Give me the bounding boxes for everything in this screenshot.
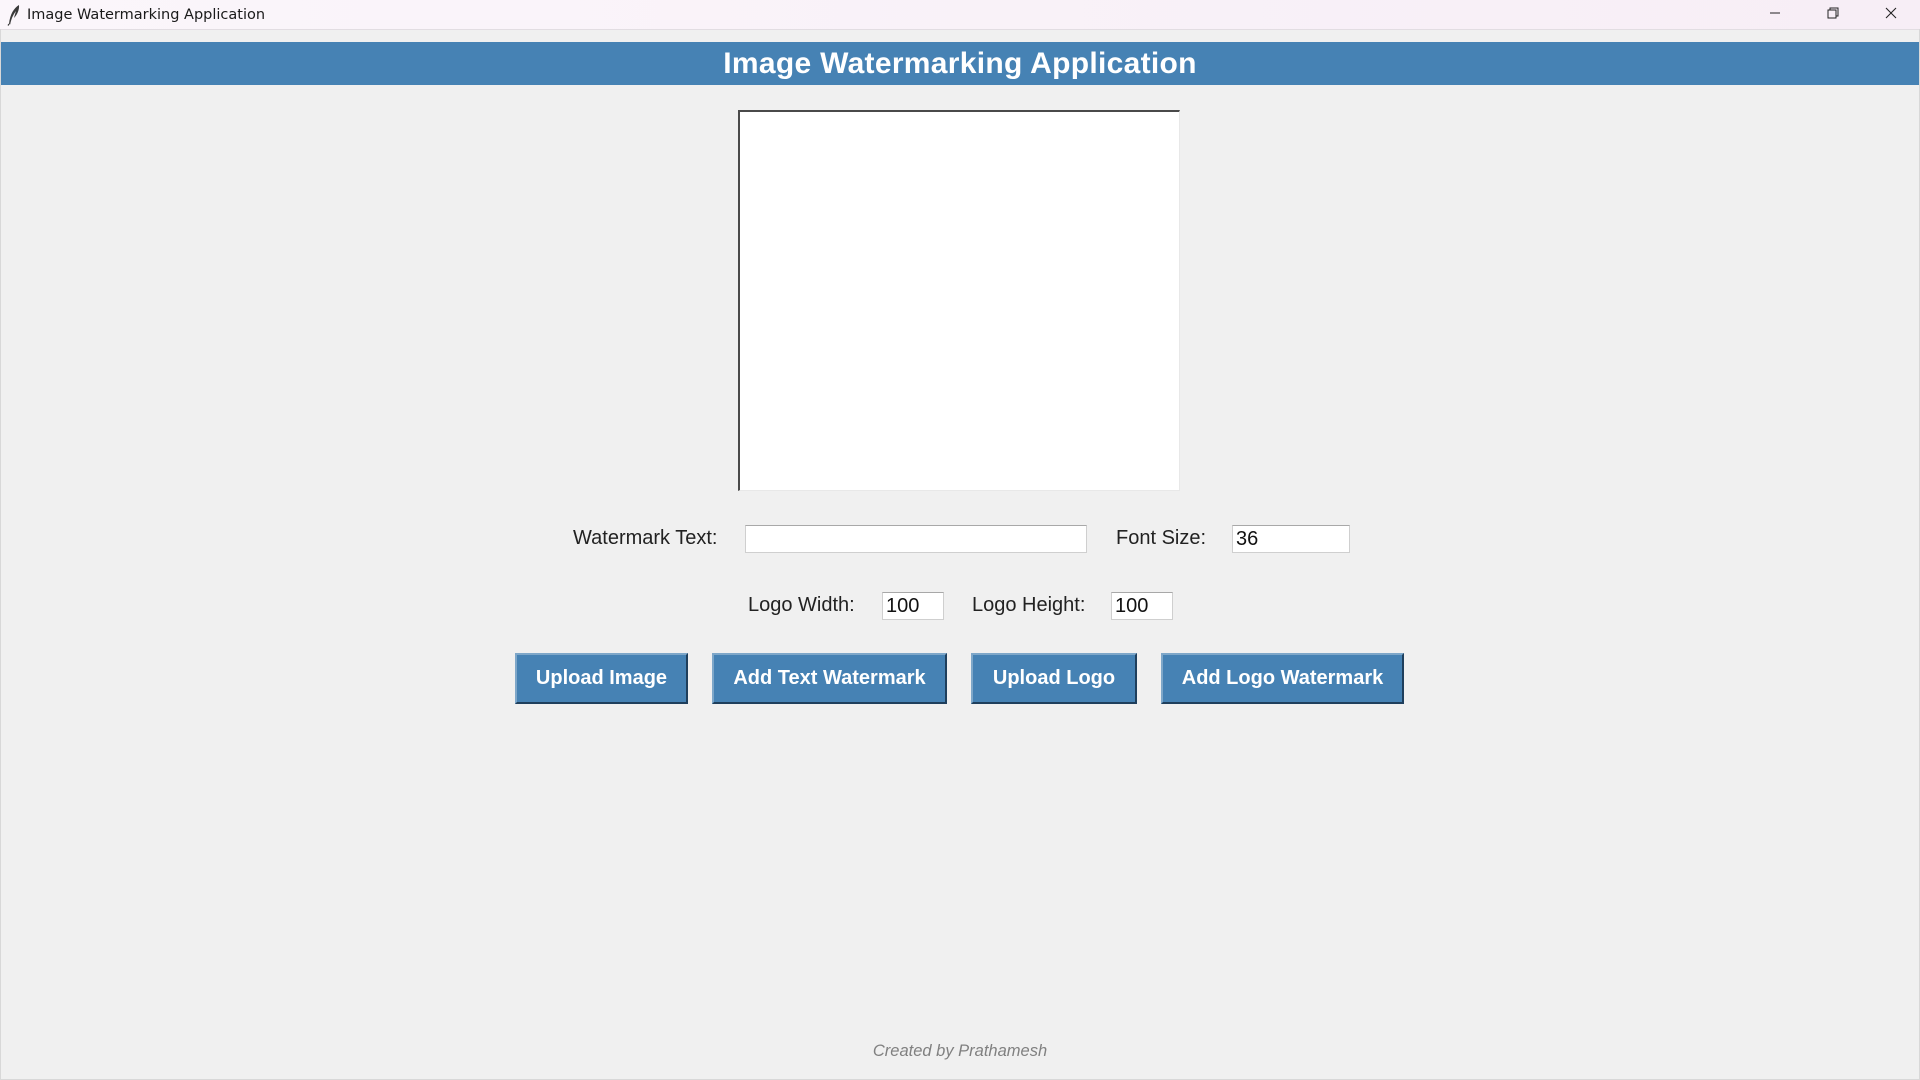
font-size-input[interactable] xyxy=(1232,525,1350,553)
title-bar[interactable]: Image Watermarking Application xyxy=(0,0,1920,30)
image-preview-canvas[interactable] xyxy=(738,110,1180,491)
font-size-label: Font Size: xyxy=(1116,527,1207,549)
window-controls xyxy=(1746,0,1920,29)
logo-height-label: Logo Height: xyxy=(972,594,1086,616)
feather-icon xyxy=(4,2,24,28)
restore-button[interactable] xyxy=(1804,0,1862,29)
app-window: Image Watermarking Application Image Wat… xyxy=(0,0,1920,1080)
close-icon xyxy=(1885,6,1897,24)
close-button[interactable] xyxy=(1862,0,1920,29)
footer-credit: Created by Prathamesh xyxy=(872,1042,1048,1060)
logo-height-input[interactable] xyxy=(1111,592,1173,620)
watermark-text-input[interactable] xyxy=(745,525,1087,553)
add-text-watermark-button[interactable]: Add Text Watermark xyxy=(712,653,947,704)
minimize-button[interactable] xyxy=(1746,0,1804,29)
header-banner: Image Watermarking Application xyxy=(0,42,1920,85)
minimize-icon xyxy=(1769,6,1781,24)
upload-logo-button[interactable]: Upload Logo xyxy=(971,653,1137,704)
restore-icon xyxy=(1827,6,1839,24)
upload-image-button[interactable]: Upload Image xyxy=(515,653,688,704)
watermark-text-label: Watermark Text: xyxy=(573,527,718,549)
add-logo-watermark-button[interactable]: Add Logo Watermark xyxy=(1161,653,1404,704)
window-title: Image Watermarking Application xyxy=(27,6,266,23)
page-title: Image Watermarking Application xyxy=(723,46,1197,80)
logo-width-label: Logo Width: xyxy=(748,594,855,616)
logo-width-input[interactable] xyxy=(882,592,944,620)
